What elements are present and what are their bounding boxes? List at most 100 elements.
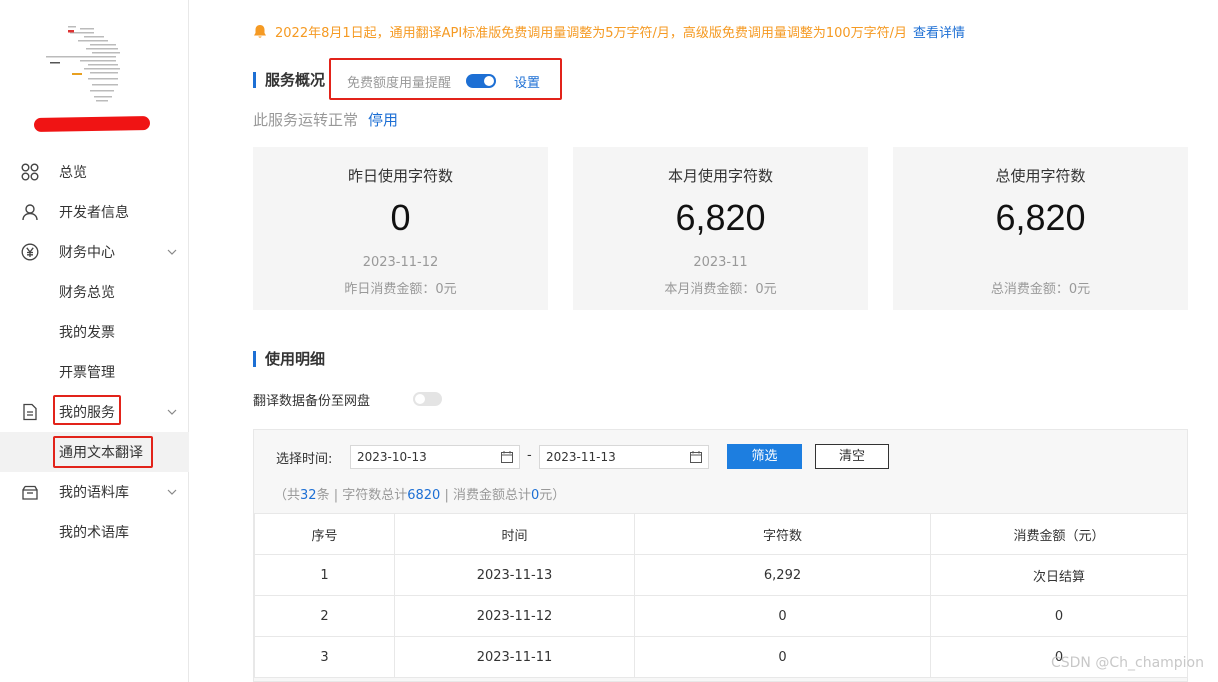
sidebar-item-label: 财务总览 — [59, 285, 115, 301]
sidebar-item-finance-overview[interactable]: 财务总览 — [0, 272, 189, 312]
sidebar-item-label: 开发者信息 — [59, 205, 129, 221]
table-header-row: 序号 时间 字符数 消费金额（元） — [254, 513, 1188, 555]
developer-avatar — [46, 26, 120, 102]
document-icon — [23, 403, 37, 421]
main-content: 2022年8月1日起，通用翻译API标准版免费调用量调整为5万字符/月，高级版免… — [189, 0, 1218, 682]
usage-table: 序号 时间 字符数 消费金额（元） 1 2023-11-13 6,292 次日结… — [254, 513, 1188, 678]
section-title-usage-details: 使用明细 — [253, 351, 325, 367]
notice-bar: 2022年8月1日起，通用翻译API标准版免费调用量调整为5万字符/月，高级版免… — [253, 22, 965, 41]
table-cell: 2023-11-12 — [394, 595, 635, 637]
stat-card-date: 2023-11 — [693, 255, 748, 270]
stat-card-yesterday: 昨日使用字符数 0 2023-11-12 昨日消费金额：0元 — [253, 147, 548, 310]
start-date-input[interactable]: 2023-10-13 — [350, 445, 520, 469]
summary-text: （共 — [274, 488, 301, 503]
table-cell: 6,292 — [634, 554, 931, 596]
quota-settings-link[interactable]: 设置 — [514, 72, 540, 91]
toggle-knob — [415, 394, 425, 404]
user-icon — [22, 204, 38, 221]
table-cell: 0 — [634, 636, 931, 678]
column-header: 消费金额（元） — [930, 513, 1188, 555]
summary-text: 条 | 字符数总计 — [316, 488, 408, 503]
sidebar-item-label: 我的术语库 — [59, 525, 129, 541]
stat-card-fee: 昨日消费金额：0元 — [344, 282, 457, 297]
stat-card-value: 6,820 — [995, 197, 1086, 238]
redacted-username-mark — [33, 115, 151, 133]
highlight-box-translation — [53, 436, 153, 468]
summary-text: | 消费金额总计 — [440, 488, 531, 503]
backup-toggle[interactable] — [413, 392, 442, 406]
summary-text: 元） — [539, 488, 566, 503]
stat-card-total: 总使用字符数 6,820 总消费金额：0元 — [893, 147, 1188, 310]
stat-card-title: 本月使用字符数 — [667, 167, 773, 185]
calendar-icon — [501, 451, 513, 463]
notice-details-link[interactable]: 查看详情 — [913, 22, 965, 41]
watermark: CSDN @Ch_champion — [1050, 655, 1204, 671]
notice-text: 2022年8月1日起，通用翻译API标准版免费调用量调整为5万字符/月，高级版免… — [275, 26, 908, 41]
stat-card-fee: 总消费金额：0元 — [990, 282, 1091, 297]
stat-card-value: 6,820 — [675, 197, 766, 238]
sidebar-item-label: 开票管理 — [59, 365, 115, 381]
sidebar-item-label: 我的发票 — [59, 325, 115, 341]
grid-icon — [21, 163, 39, 181]
sidebar-item-my-invoices[interactable]: 我的发票 — [0, 312, 189, 352]
sidebar-item-my-termbase[interactable]: 我的术语库 — [0, 512, 189, 552]
summary-chars: 6820 — [407, 488, 441, 503]
sidebar-item-overview[interactable]: 总览 — [0, 152, 189, 192]
backup-label: 翻译数据备份至网盘 — [253, 394, 371, 409]
chevron-down-icon[interactable] — [167, 407, 177, 417]
bell-icon — [254, 25, 266, 38]
yen-icon — [21, 243, 39, 261]
table-row: 2 2023-11-12 0 0 — [254, 595, 1188, 637]
summary-count: 32 — [300, 488, 317, 503]
stat-card-fee: 本月消费金额：0元 — [664, 282, 777, 297]
calendar-icon — [690, 451, 702, 463]
table-row: 1 2023-11-13 6,292 次日结算 — [254, 554, 1188, 596]
sidebar-item-finance-center[interactable]: 财务中心 — [0, 232, 189, 272]
column-header: 字符数 — [634, 513, 931, 555]
filter-button[interactable]: 筛选 — [727, 444, 802, 469]
end-date-value: 2023-11-13 — [546, 450, 616, 464]
usage-panel: 选择时间: 2023-10-13 - 2023-11-13 筛选 清空 （共32… — [253, 429, 1188, 682]
column-header: 时间 — [394, 513, 635, 555]
toggle-knob — [484, 76, 494, 86]
chevron-down-icon[interactable] — [167, 247, 177, 257]
stat-card-month: 本月使用字符数 6,820 2023-11 本月消费金额：0元 — [573, 147, 868, 310]
chevron-down-icon[interactable] — [167, 487, 177, 497]
filter-time-label: 选择时间: — [276, 452, 333, 467]
table-cell: 次日结算 — [930, 554, 1188, 596]
sidebar-item-label: 财务中心 — [59, 245, 115, 261]
usage-summary: （共32条 | 字符数总计6820 | 消费金额总计0元） — [274, 484, 565, 503]
end-date-input[interactable]: 2023-11-13 — [539, 445, 709, 469]
clear-button[interactable]: 清空 — [815, 444, 889, 469]
stat-card-date: 2023-11-12 — [362, 255, 439, 270]
stat-card-value: 0 — [390, 197, 411, 238]
table-cell: 3 — [254, 636, 395, 678]
sidebar-item-my-corpus[interactable]: 我的语料库 — [0, 472, 189, 512]
inbox-icon — [22, 485, 38, 500]
column-header: 序号 — [254, 513, 395, 555]
table-cell: 1 — [254, 554, 395, 596]
quota-reminder-toggle[interactable] — [466, 74, 496, 88]
stat-card-title: 总使用字符数 — [995, 167, 1086, 185]
sidebar: 总览 开发者信息 财务中心 财务总览 我的发票 开票管理 我的服务 通用文本翻译… — [0, 0, 189, 682]
section-title-overview: 服务概况 — [253, 72, 325, 88]
sidebar-item-label: 总览 — [59, 165, 87, 181]
highlight-box-my-services — [53, 395, 121, 425]
quota-reminder-label: 免费额度用量提醒 — [347, 76, 452, 91]
sidebar-item-label: 我的语料库 — [59, 485, 129, 501]
table-cell: 2 — [254, 595, 395, 637]
date-range-separator: - — [527, 448, 532, 463]
table-cell: 2023-11-11 — [394, 636, 635, 678]
table-cell: 2023-11-13 — [394, 554, 635, 596]
service-status-text: 此服务运转正常 — [253, 111, 359, 129]
sidebar-item-developer-info[interactable]: 开发者信息 — [0, 192, 189, 232]
service-status: 此服务运转正常 停用 — [253, 109, 398, 130]
table-row: 3 2023-11-11 0 0 — [254, 636, 1188, 678]
sidebar-item-invoice-management[interactable]: 开票管理 — [0, 352, 189, 392]
table-cell: 0 — [634, 595, 931, 637]
stat-card-title: 昨日使用字符数 — [347, 167, 453, 185]
start-date-value: 2023-10-13 — [357, 450, 427, 464]
disable-service-link[interactable]: 停用 — [368, 111, 398, 129]
table-cell: 0 — [930, 595, 1188, 637]
sidebar-nav: 总览 开发者信息 财务中心 财务总览 我的发票 开票管理 我的服务 通用文本翻译… — [0, 152, 189, 552]
